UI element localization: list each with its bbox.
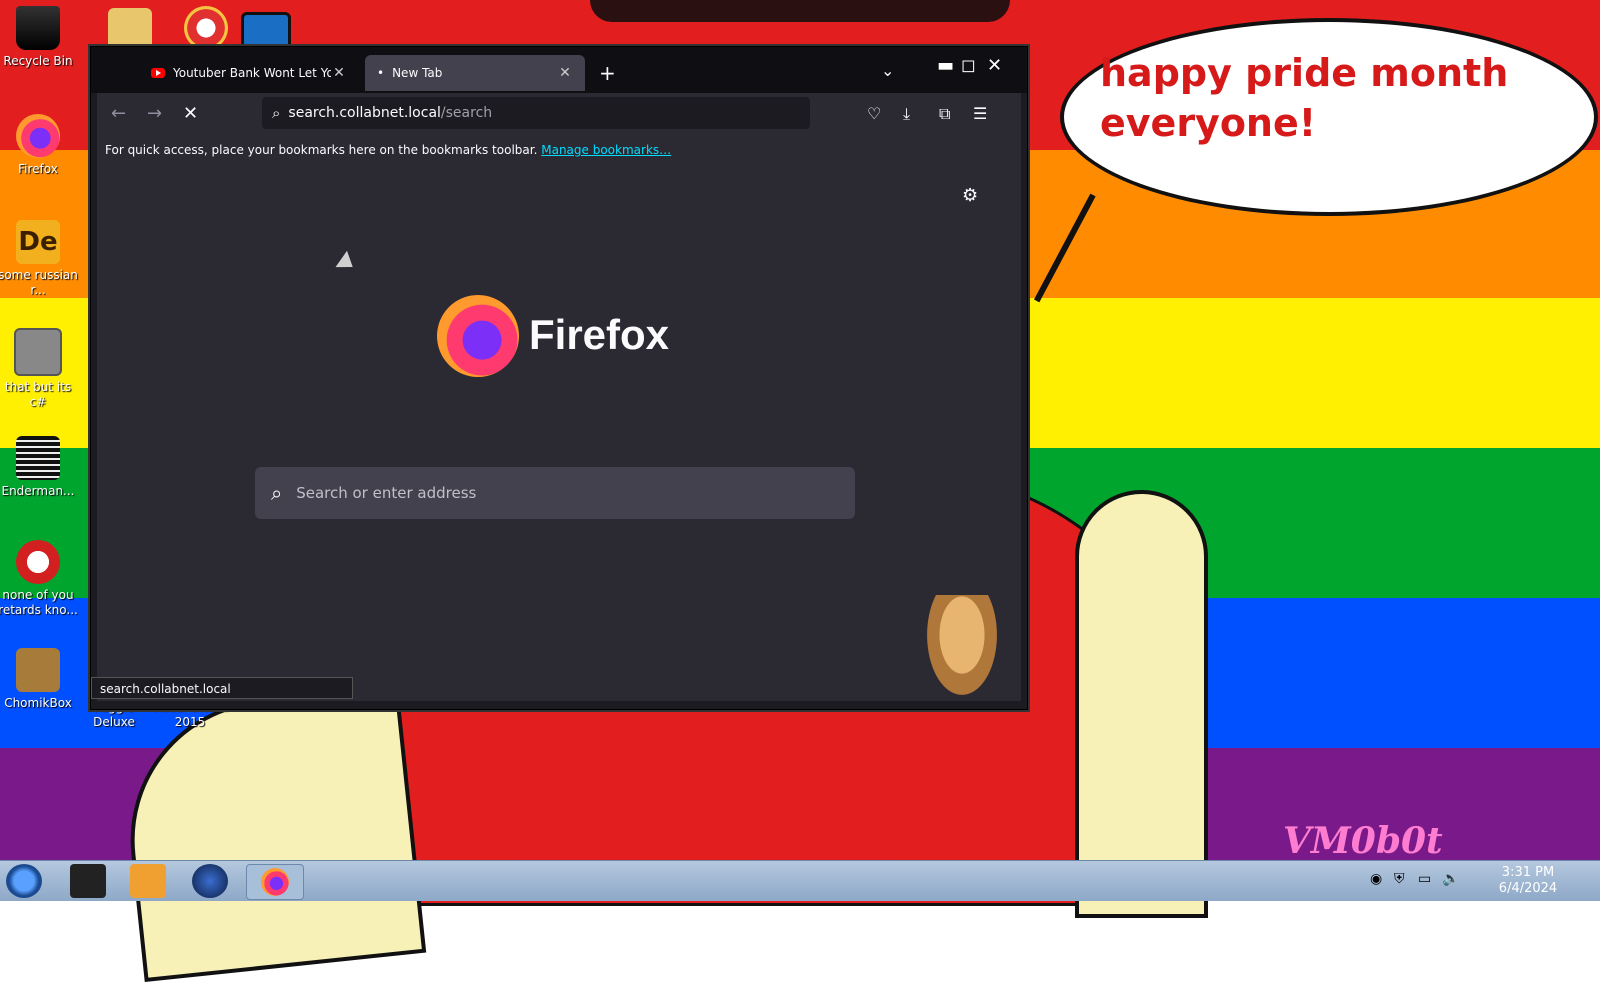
back-arrow-icon[interactable]: ← [111, 103, 126, 124]
title-bar: Youtuber Bank Wont Let You W ✕ • New Tab… [91, 47, 1027, 93]
firefox-logo-icon [437, 295, 519, 377]
taskbar-app-firefox[interactable] [246, 864, 304, 900]
pocket-icon[interactable]: ♡ [867, 104, 881, 123]
status-bar: search.collabnet.local [91, 677, 353, 699]
desktop-icon-label: that but its c# [4, 380, 72, 409]
desktop-icon-enderman[interactable]: Enderman... [0, 436, 78, 499]
terminal-icon [16, 436, 60, 480]
tab-new-tab[interactable]: • New Tab ✕ [365, 55, 585, 91]
desktop-icon-russian[interactable]: De some russian r... [0, 220, 78, 298]
desktop-icon-csharp[interactable]: that but its c# [0, 328, 78, 410]
desktop-icon-label: Recycle Bin [3, 54, 73, 68]
tab-youtube[interactable]: Youtuber Bank Wont Let You W ✕ [139, 55, 359, 91]
hamster-box-icon [16, 648, 60, 692]
search-placeholder: Search or enter address [296, 484, 477, 502]
close-tab-icon[interactable]: ✕ [331, 65, 347, 81]
tab-label: New Tab [392, 66, 443, 80]
bookmarks-hint: For quick access, place your bookmarks h… [105, 143, 538, 157]
watermark-logo: VM0b0t [1283, 820, 1443, 862]
close-window-icon[interactable]: ✕ [987, 55, 1002, 76]
taskbar-clock[interactable]: 3:31 PM 6/4/2024 [1480, 865, 1576, 897]
start-button[interactable] [6, 864, 42, 898]
minimize-icon[interactable]: ▬ [937, 55, 954, 76]
taskbar-app-media-player[interactable] [130, 864, 166, 898]
new-tab-button[interactable]: + [599, 63, 616, 83]
network-icon[interactable]: ◉ [1370, 871, 1382, 887]
list-tabs-button[interactable]: ⌄ [881, 61, 894, 80]
url-host: search.collabnet.local [288, 105, 441, 121]
extensions-icon[interactable]: ⧉ [939, 104, 950, 124]
desktop-icon-recycle-bin[interactable]: Recycle Bin [0, 6, 78, 69]
search-icon: ⌕ [272, 104, 281, 122]
recycle-bin-icon [16, 6, 60, 50]
search-input[interactable]: ⌕ Search or enter address [255, 467, 855, 519]
taskbar-app-terminal[interactable] [70, 864, 106, 898]
tab-dot-icon: • [377, 66, 385, 80]
taskbar-app-globe[interactable] [192, 864, 228, 898]
url-path: /search [440, 105, 493, 121]
search-icon: ⌕ [271, 481, 283, 505]
maximize-icon[interactable]: ◻ [961, 55, 976, 76]
desktop-icon-firefox[interactable]: Firefox [0, 114, 78, 177]
new-tab-page: ⚙ Firefox ⌕ Search or enter address [97, 165, 1021, 701]
desktop-icon-label: some russian r... [0, 268, 78, 297]
stack-icon [14, 328, 62, 376]
close-tab-icon[interactable]: ✕ [557, 65, 573, 81]
hamster-sprite [927, 595, 997, 695]
firefox-wordmark: Firefox [529, 311, 670, 358]
app-icon: De [16, 220, 60, 264]
mouse-cursor-icon [335, 250, 359, 276]
tab-label: Youtuber Bank Wont Let You W [173, 66, 331, 80]
manage-bookmarks-link[interactable]: Manage bookmarks… [541, 143, 671, 157]
url-text: search.collabnet.local/search [288, 105, 492, 121]
top-shadow [590, 0, 1010, 22]
volume-icon[interactable]: 🔈 [1442, 871, 1459, 887]
youtube-icon [151, 68, 165, 78]
clock-time: 3:31 PM [1501, 865, 1555, 880]
menu-icon[interactable]: ☰ [973, 104, 987, 123]
clock-date: 6/4/2024 [1498, 881, 1558, 896]
desktop-icon-chomikbox[interactable]: ChomikBox [0, 648, 78, 711]
desktop-icon-label: Enderman... [1, 484, 75, 498]
game-icon [184, 6, 228, 50]
firefox-icon [16, 114, 60, 158]
desktop-icon-label: Firefox [18, 162, 58, 176]
firefox-icon [261, 868, 289, 896]
forward-arrow-icon[interactable]: → [147, 103, 162, 124]
drawn-finger [1075, 490, 1208, 918]
red-app-icon [16, 540, 60, 584]
desktop-icon-label: ChomikBox [4, 696, 72, 710]
desktop-icon-label: none of you retards kno... [0, 588, 78, 617]
bookmarks-toolbar: For quick access, place your bookmarks h… [97, 135, 1021, 165]
speech-text: happy pride month everyone! [1100, 51, 1509, 145]
navigation-toolbar: ← → ✕ ⌕ search.collabnet.local/search ♡ … [97, 93, 1021, 135]
stop-loading-icon[interactable]: ✕ [183, 103, 198, 124]
shield-icon[interactable]: ⛨ [1394, 871, 1405, 887]
desktop-icon-red-app[interactable]: none of you retards kno... [0, 540, 78, 618]
firefox-window: Youtuber Bank Wont Let You W ✕ • New Tab… [90, 46, 1028, 710]
url-bar[interactable]: ⌕ search.collabnet.local/search [262, 97, 810, 129]
display-icon[interactable]: ▭ [1418, 871, 1431, 887]
gear-icon[interactable]: ⚙ [962, 185, 978, 206]
taskbar: ◉ ⛨ ▭ 🔈 3:31 PM 6/4/2024 [0, 860, 1600, 901]
downloads-icon[interactable]: ⤓ [903, 104, 910, 124]
